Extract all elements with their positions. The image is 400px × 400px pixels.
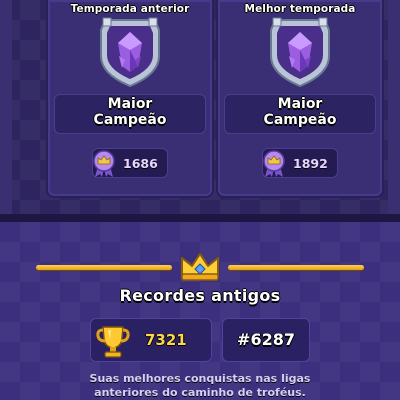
previous-season-trophies: 1686 — [123, 156, 158, 171]
gold-divider-left — [36, 265, 172, 270]
best-season-title: Melhor temporada — [244, 3, 356, 15]
old-record-trophies-box: 7321 — [90, 318, 212, 362]
left-edge-strip — [0, 0, 12, 222]
gold-crown-icon — [181, 253, 219, 281]
description-line1: Suas melhores conquistas nas ligas — [89, 372, 311, 385]
crown-medal-icon — [93, 150, 115, 177]
old-record-trophies: 7321 — [145, 331, 187, 349]
crown-medal-icon — [263, 150, 285, 177]
old-records-description: Suas melhores conquistas nas ligas anter… — [40, 372, 360, 400]
league-name-line2: Campeão — [93, 112, 167, 128]
ultimate-champion-shield-icon — [270, 17, 330, 88]
right-edge-strip — [388, 0, 400, 222]
season-trophy-pill: 1892 — [262, 148, 338, 178]
league-name-line1: Maior — [277, 96, 323, 112]
gold-divider-right — [228, 265, 364, 270]
league-name: Maior Campeão — [218, 96, 382, 128]
description-line2: anteriores do caminho de troféus. — [94, 386, 306, 399]
league-name: Maior Campeão — [48, 96, 212, 128]
season-trophy-pill: 1686 — [92, 148, 168, 178]
previous-season-card[interactable]: Temporada anterior Maior Campeão 1686 — [46, 0, 214, 198]
old-record-rank-box: #6287 — [222, 318, 310, 362]
gold-trophy-icon — [96, 326, 130, 358]
old-records-title: Recordes antigos — [119, 286, 281, 305]
previous-season-title: Temporada anterior — [70, 3, 190, 15]
section-divider — [0, 214, 400, 222]
ultimate-champion-shield-icon — [100, 17, 160, 88]
old-record-rank: #6287 — [237, 330, 295, 349]
league-name-line2: Campeão — [263, 112, 337, 128]
league-name-line1: Maior — [107, 96, 153, 112]
best-season-trophies: 1892 — [293, 156, 328, 171]
best-season-card[interactable]: Melhor temporada Maior Campeão 1892 — [216, 0, 384, 198]
